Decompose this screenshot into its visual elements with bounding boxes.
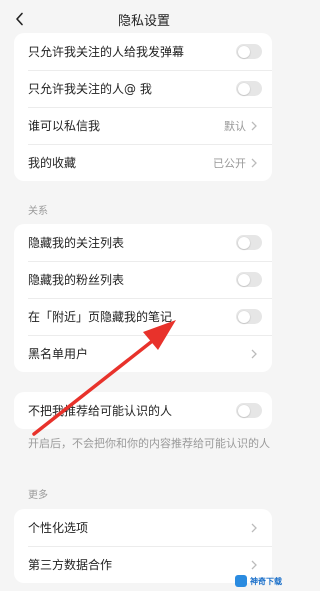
page-title: 隐私设置: [117, 14, 170, 29]
chevron-right-icon: [250, 349, 258, 359]
chevron-right-icon: [250, 121, 258, 131]
chevron-right-icon: [250, 560, 258, 570]
card-interaction-settings: 只允许我关注的人给我发弹幕 只允许我关注的人@ 我 谁可以私信我 默认 我的收藏…: [14, 33, 272, 181]
chevron-right-icon: [250, 158, 258, 168]
row-value: 默认: [224, 119, 246, 133]
chevron-right-icon: [250, 523, 258, 533]
row-hide-follower-list: 隐藏我的粉丝列表: [14, 261, 272, 298]
row-who-can-message[interactable]: 谁可以私信我 默认: [14, 107, 272, 144]
row-label: 隐藏我的粉丝列表: [28, 273, 125, 287]
row-danmaku-following-only: 只允许我关注的人给我发弹幕: [14, 33, 272, 70]
row-label: 我的收藏: [28, 156, 77, 170]
watermark-text: 神奇下载: [250, 576, 282, 586]
card-more: 个性化选项 第三方数据合作: [14, 509, 272, 583]
row-third-party-data[interactable]: 第三方数据合作: [14, 546, 272, 583]
section-title-relations: 关系: [28, 206, 48, 217]
row-no-recommend-to-acquaintances: 不把我推荐给可能认识的人: [14, 392, 272, 429]
card-relations: 隐藏我的关注列表 隐藏我的粉丝列表 在「附近」页隐藏我的笔记 黑名单用户: [14, 224, 272, 372]
row-label: 在「附近」页隐藏我的笔记: [28, 310, 173, 324]
row-label: 个性化选项: [28, 521, 89, 535]
no-recommend-toggle[interactable]: [236, 403, 262, 418]
mention-following-only-toggle[interactable]: [236, 81, 262, 96]
row-label: 第三方数据合作: [28, 558, 113, 572]
card-recommend: 不把我推荐给可能认识的人: [14, 392, 272, 429]
hide-notes-nearby-toggle[interactable]: [236, 309, 262, 324]
row-value: 已公开: [213, 156, 246, 170]
row-personalization[interactable]: 个性化选项: [14, 509, 272, 546]
row-label: 隐藏我的关注列表: [28, 236, 125, 250]
row-hide-following-list: 隐藏我的关注列表: [14, 224, 272, 261]
hide-following-list-toggle[interactable]: [236, 235, 262, 250]
hide-follower-list-toggle[interactable]: [236, 272, 262, 287]
watermark-logo: 神奇下载: [235, 575, 282, 587]
recommend-note: 开启后，不会把你和你的内容推荐给可能认识的人: [28, 437, 270, 450]
row-mention-following-only: 只允许我关注的人@ 我: [14, 70, 272, 107]
row-label: 只允许我关注的人@ 我: [28, 82, 152, 96]
watermark-icon: [235, 575, 247, 587]
row-hide-notes-nearby: 在「附近」页隐藏我的笔记: [14, 298, 272, 335]
danmaku-following-only-toggle[interactable]: [236, 44, 262, 59]
row-label: 谁可以私信我: [28, 119, 101, 133]
row-blacklist[interactable]: 黑名单用户: [14, 335, 272, 372]
section-title-more: 更多: [28, 490, 48, 501]
row-label: 只允许我关注的人给我发弹幕: [28, 45, 185, 59]
row-my-favorites[interactable]: 我的收藏 已公开: [14, 144, 272, 181]
row-label: 黑名单用户: [28, 347, 89, 361]
row-label: 不把我推荐给可能认识的人: [28, 404, 173, 418]
